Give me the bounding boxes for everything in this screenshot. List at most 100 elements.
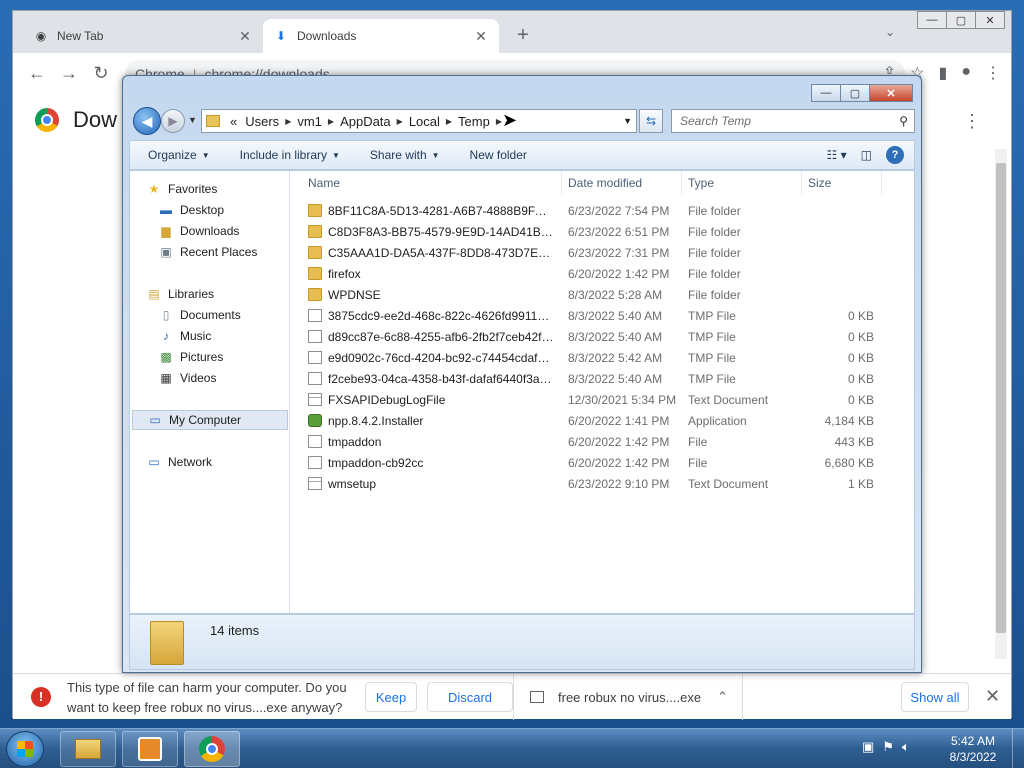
search-input[interactable]: Search Temp ⚲ xyxy=(671,109,915,133)
side-panel-icon[interactable]: ▮ xyxy=(939,63,948,83)
scrollbar-thumb[interactable] xyxy=(996,163,1006,633)
back-button[interactable]: ◀ xyxy=(133,107,161,135)
file-row[interactable]: C35AAA1D-DA5A-437F-8DD8-473D7E327... 6/23… xyxy=(290,243,914,264)
documents-icon: ▯ xyxy=(162,308,170,322)
search-icon[interactable]: ⚲ xyxy=(899,114,908,128)
nav-pictures[interactable]: ▩ Pictures xyxy=(158,347,223,367)
close-button[interactable]: ✕ xyxy=(869,84,913,102)
tab-new-tab[interactable]: ◉ New Tab ✕ xyxy=(23,19,263,53)
file-type: TMP File xyxy=(688,351,736,365)
file-row[interactable]: f2cebe93-04ca-4358-b43f-dafaf6440f3a.t..… xyxy=(290,369,914,390)
taskbar-chrome[interactable] xyxy=(184,731,240,767)
breadcrumb-appdata[interactable]: AppData xyxy=(340,114,391,129)
file-type: File folder xyxy=(688,267,741,281)
address-bar[interactable]: « Users ▶ vm1 ▶ AppData ▶ Local ▶ Temp ▶… xyxy=(201,109,637,133)
new-folder-button[interactable]: New folder xyxy=(470,148,527,162)
nav-favorites[interactable]: ★ Favorites xyxy=(146,179,218,199)
forward-button[interactable]: ▶ xyxy=(161,109,185,133)
column-name[interactable]: Name xyxy=(290,171,562,195)
file-row[interactable]: C8D3F8A3-BB75-4579-9E9D-14AD41BD3... 6/23… xyxy=(290,222,914,243)
file-row[interactable]: e9d0902c-76cd-4204-bc92-c74454cdaf4f....… xyxy=(290,348,914,369)
nav-downloads[interactable]: ▆ Downloads xyxy=(158,221,239,241)
action-center-flag-icon[interactable]: ⚑ xyxy=(882,739,894,755)
recent-pages-dropdown[interactable]: ▼ xyxy=(188,115,197,125)
close-button[interactable]: ✕ xyxy=(975,11,1005,29)
text-document-icon xyxy=(308,393,322,406)
profile-icon[interactable]: ● xyxy=(961,63,971,83)
file-row[interactable]: 8BF11C8A-5D13-4281-A6B7-4888B9FAB88... 6/… xyxy=(290,201,914,222)
dropdown-arrow-icon: ▼ xyxy=(431,150,440,160)
share-with-label: Share with xyxy=(369,148,427,162)
taskbar-explorer[interactable] xyxy=(60,731,116,767)
network-tray-icon[interactable]: ▣ xyxy=(862,739,874,755)
volume-icon[interactable]: 🔈︎ xyxy=(902,739,910,755)
chevron-right-icon[interactable]: ▶ xyxy=(328,117,334,126)
download-item[interactable]: free robux no virus....exe ⌃ xyxy=(513,674,743,720)
share-with-menu[interactable]: Share with ▼ xyxy=(370,148,440,162)
file-row[interactable]: tmpaddon-cb92cc 6/20/2022 1:42 PM File 6,68… xyxy=(290,453,914,474)
discard-button[interactable]: Discard xyxy=(427,682,513,712)
chevron-right-icon[interactable]: ▶ xyxy=(446,117,452,126)
file-row[interactable]: 3875cdc9-ee2d-468c-822c-4626fd99116f....… xyxy=(290,306,914,327)
preview-pane-icon[interactable]: ◫ xyxy=(861,148,872,162)
nav-videos[interactable]: ▦ Videos xyxy=(158,368,216,388)
taskbar-media-player[interactable] xyxy=(122,731,178,767)
reload-icon[interactable]: ↻ xyxy=(85,63,117,84)
clock[interactable]: 5:42 AM 8/3/2022 xyxy=(940,733,1006,765)
help-icon[interactable]: ? xyxy=(886,146,904,164)
chevron-up-icon[interactable]: ⌃ xyxy=(717,689,728,705)
minimize-button[interactable]: — xyxy=(917,11,947,29)
nav-libraries[interactable]: ▤ Libraries xyxy=(146,284,214,304)
tab-downloads[interactable]: ⬇ Downloads ✕ xyxy=(263,19,499,53)
view-options-icon[interactable]: ☷ ▾ xyxy=(827,148,847,162)
file-row[interactable]: FXSAPIDebugLogFile 12/30/2021 5:34 PM Text… xyxy=(290,390,914,411)
menu-icon[interactable]: ⋮ xyxy=(985,63,1001,83)
breadcrumb-local[interactable]: Local xyxy=(409,114,440,129)
more-options-icon[interactable]: ⋮ xyxy=(963,111,981,132)
forward-arrow-icon[interactable]: → xyxy=(53,63,85,84)
organize-menu[interactable]: Organize ▼ xyxy=(148,148,210,162)
nav-music[interactable]: ♪ Music xyxy=(158,326,211,346)
network-icon: ▭ xyxy=(148,455,160,469)
close-icon[interactable]: ✕ xyxy=(237,28,253,45)
refresh-button[interactable]: ⇆ xyxy=(639,109,663,133)
page-title: Dow xyxy=(73,107,118,132)
nav-label: Music xyxy=(180,329,212,343)
nav-recent-places[interactable]: ▣ Recent Places xyxy=(158,242,257,262)
file-icon xyxy=(308,372,322,385)
tab-search-button[interactable]: ⌄ xyxy=(885,25,895,39)
nav-desktop[interactable]: ▬ Desktop xyxy=(158,200,224,220)
close-icon[interactable]: ✕ xyxy=(473,28,489,45)
recent-places-icon: ▣ xyxy=(160,245,172,259)
minimize-button[interactable]: — xyxy=(811,84,841,102)
back-arrow-icon[interactable]: ← xyxy=(21,63,53,84)
new-tab-button[interactable]: + xyxy=(511,24,535,47)
file-row[interactable]: WPDNSE 8/3/2022 5:28 AM File folder xyxy=(290,285,914,306)
address-dropdown-icon[interactable]: ▼ xyxy=(623,116,632,126)
breadcrumb-vm1[interactable]: vm1 xyxy=(297,114,322,129)
column-date-modified[interactable]: Date modified xyxy=(562,171,682,195)
file-row[interactable]: npp.8.4.2.Installer 6/20/2022 1:41 PM Appl… xyxy=(290,411,914,432)
show-all-button[interactable]: Show all xyxy=(901,682,969,712)
file-row[interactable]: firefox 6/20/2022 1:42 PM File folder xyxy=(290,264,914,285)
breadcrumb-temp[interactable]: Temp xyxy=(458,114,490,129)
column-size[interactable]: Size xyxy=(802,171,882,195)
close-icon[interactable]: ✕ xyxy=(985,686,1000,707)
file-row[interactable]: d89cc87e-6c88-4255-afb6-2fb2f7ceb42f.t..… xyxy=(290,327,914,348)
nav-my-computer[interactable]: ▭ My Computer xyxy=(132,410,288,430)
file-row[interactable]: tmpaddon 6/20/2022 1:42 PM File 443 KB xyxy=(290,432,914,453)
chevron-right-icon[interactable]: ▶ xyxy=(397,117,403,126)
nav-documents[interactable]: ▯ Documents xyxy=(158,305,241,325)
file-row[interactable]: wmsetup 6/23/2022 9:10 PM Text Document 1 K… xyxy=(290,474,914,495)
show-desktop-button[interactable] xyxy=(1012,729,1024,768)
breadcrumb-overflow[interactable]: « xyxy=(230,114,237,129)
breadcrumb-users[interactable]: Users xyxy=(245,114,279,129)
chevron-right-icon[interactable]: ▶ xyxy=(285,117,291,126)
keep-button[interactable]: Keep xyxy=(365,682,417,712)
maximize-button[interactable]: ▢ xyxy=(840,84,870,102)
include-in-library-menu[interactable]: Include in library ▼ xyxy=(240,148,340,162)
restore-button[interactable]: ▢ xyxy=(946,11,976,29)
start-button[interactable] xyxy=(6,731,44,767)
nav-network[interactable]: ▭ Network xyxy=(146,452,212,472)
column-type[interactable]: Type xyxy=(682,171,802,195)
